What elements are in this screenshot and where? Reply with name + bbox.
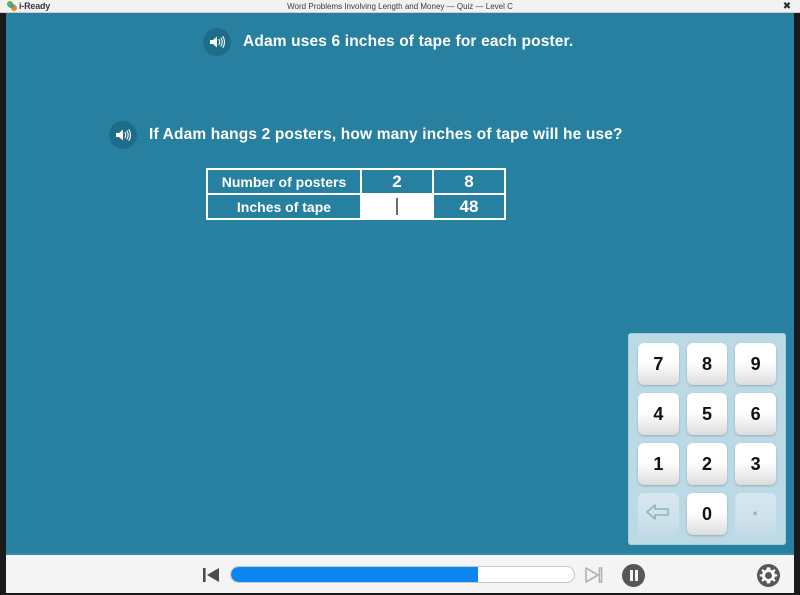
title-bar: i-Ready Word Problems Involving Length a… [0, 0, 800, 13]
numpad-key-1[interactable]: 1 [638, 443, 679, 485]
gear-icon[interactable] [756, 563, 781, 588]
pause-icon[interactable] [622, 564, 645, 587]
table-row-label: Inches of tape [206, 193, 362, 220]
text-caret [396, 198, 398, 215]
backspace-arrow-icon [645, 503, 671, 526]
numpad-key-3[interactable]: 3 [735, 443, 776, 485]
question-line-1: Adam uses 6 inches of tape for each post… [203, 28, 573, 56]
skip-next-icon[interactable] [584, 565, 604, 585]
lesson-stage: Adam uses 6 inches of tape for each post… [6, 13, 794, 553]
speaker-icon[interactable] [203, 28, 231, 56]
answer-input-cell[interactable] [360, 193, 434, 220]
numpad-key-0[interactable]: 0 [686, 493, 728, 535]
iready-app-window: i-Ready Word Problems Involving Length a… [0, 0, 800, 595]
numpad-key-decimal[interactable]: · [735, 493, 776, 535]
question-line-2: If Adam hangs 2 posters, how many inches… [109, 121, 623, 149]
table-cell-tape-2: 48 [432, 193, 506, 220]
numpad-key-6[interactable]: 6 [735, 393, 776, 435]
table-row-label: Number of posters [206, 168, 362, 195]
table-row: Number of posters 2 8 [206, 168, 506, 195]
numpad-key-5[interactable]: 5 [686, 393, 728, 435]
numpad-key-backspace[interactable] [638, 493, 679, 535]
table-cell-posters-2: 8 [432, 168, 506, 195]
numpad-key-8[interactable]: 8 [686, 343, 728, 385]
speaker-icon[interactable] [109, 121, 137, 149]
table-row: Inches of tape 48 [206, 193, 506, 220]
numpad-key-2[interactable]: 2 [686, 443, 728, 485]
numpad-key-4[interactable]: 4 [638, 393, 679, 435]
table-cell-posters-1: 2 [360, 168, 434, 195]
progress-bar-fill [231, 567, 478, 582]
question-text-2: If Adam hangs 2 posters, how many inches… [149, 126, 623, 143]
skip-previous-icon[interactable] [201, 565, 221, 585]
ratio-table: Number of posters 2 8 Inches of tape 48 [206, 168, 506, 220]
numpad-panel: 7 8 9 4 5 6 1 2 3 0 · [628, 333, 786, 545]
window-title: Word Problems Involving Length and Money… [287, 1, 513, 11]
question-text-1: Adam uses 6 inches of tape for each post… [243, 33, 574, 50]
numpad-key-9[interactable]: 9 [735, 343, 776, 385]
numpad-key-7[interactable]: 7 [638, 343, 679, 385]
player-toolbar [6, 553, 794, 593]
progress-bar[interactable] [230, 566, 575, 583]
close-icon[interactable]: ✖ [780, 0, 794, 13]
